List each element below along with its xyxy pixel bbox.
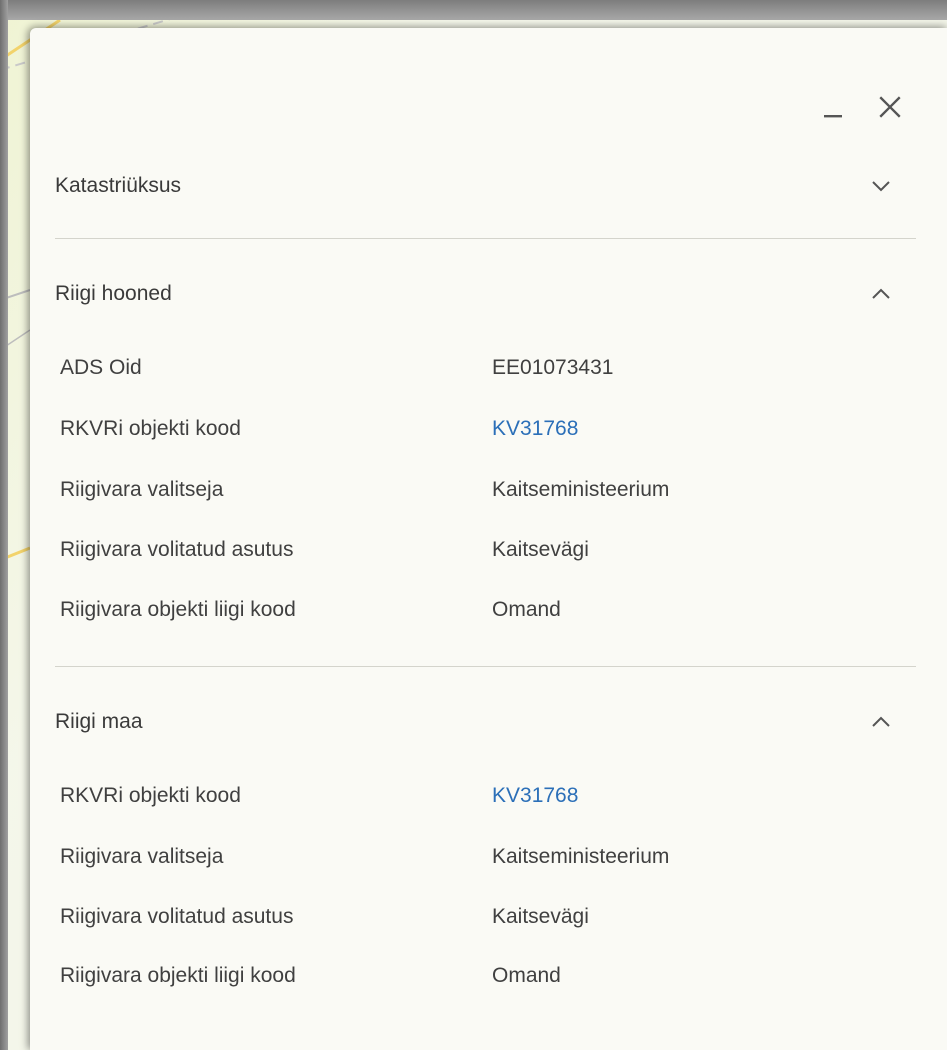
- attribute-row: Riigivara volitatud asutus Kaitsevägi: [60, 899, 890, 935]
- attribute-value: Omand: [492, 964, 561, 987]
- attribute-row: Riigivara objekti liigi kood Omand: [60, 958, 890, 994]
- attribute-value: Kaitsevägi: [492, 905, 589, 928]
- section-header-riigi-maa[interactable]: Riigi maa: [55, 702, 916, 742]
- attribute-row: RKVRi objekti kood KV31768: [60, 778, 890, 814]
- section-header-katastriuksus[interactable]: Katastriüksus: [55, 166, 916, 206]
- section-divider: [55, 238, 916, 239]
- minimize-icon: [824, 115, 842, 118]
- chevron-down-icon: [866, 171, 896, 201]
- attribute-row: Riigivara valitseja Kaitseministeerium: [60, 472, 890, 508]
- section-header-riigi-hooned[interactable]: Riigi hooned: [55, 274, 916, 314]
- attribute-label: Riigivara volitatud asutus: [60, 905, 294, 928]
- window-frame-top: [0, 0, 947, 20]
- window-frame-left: [0, 0, 8, 1050]
- attribute-label: RKVRi objekti kood: [60, 417, 241, 440]
- attribute-value: Kaitseministeerium: [492, 478, 670, 501]
- attribute-label: Riigivara valitseja: [60, 845, 224, 868]
- section-divider: [55, 666, 916, 667]
- attribute-label: Riigivara volitatud asutus: [60, 538, 294, 561]
- attribute-label: Riigivara valitseja: [60, 478, 224, 501]
- minimize-button[interactable]: [817, 90, 851, 124]
- section-riigi-hooned: Riigi hooned: [55, 274, 916, 314]
- section-title: Riigi maa: [55, 710, 143, 733]
- close-button[interactable]: [873, 90, 907, 124]
- attribute-row: ADS Oid EE01073431: [60, 350, 890, 386]
- chevron-up-icon: [866, 707, 896, 737]
- section-title: Riigi hooned: [55, 282, 172, 305]
- attribute-value: Kaitseministeerium: [492, 845, 670, 868]
- chevron-up-icon: [866, 279, 896, 309]
- attribute-label: Riigivara objekti liigi kood: [60, 598, 296, 621]
- attribute-row: Riigivara volitatud asutus Kaitsevägi: [60, 532, 890, 568]
- attribute-row: Riigivara valitseja Kaitseministeerium: [60, 839, 890, 875]
- close-icon: [879, 96, 901, 118]
- section-katastriuksus: Katastriüksus: [55, 166, 916, 206]
- feature-info-panel: Katastriüksus Riigi hooned ADS Oid EE010…: [30, 28, 947, 1050]
- attribute-label: ADS Oid: [60, 356, 142, 379]
- attribute-row: Riigivara objekti liigi kood Omand: [60, 592, 890, 628]
- attribute-value: Kaitsevägi: [492, 538, 589, 561]
- panel-controls: [817, 90, 907, 124]
- section-title: Katastriüksus: [55, 174, 182, 197]
- rkvr-object-code-link[interactable]: KV31768: [492, 784, 578, 808]
- attribute-value: EE01073431: [492, 356, 614, 379]
- rkvr-object-code-link[interactable]: KV31768: [492, 417, 578, 441]
- attribute-row: RKVRi objekti kood KV31768: [60, 411, 890, 447]
- attribute-value: Omand: [492, 598, 561, 621]
- attribute-label: Riigivara objekti liigi kood: [60, 964, 296, 987]
- attribute-label: RKVRi objekti kood: [60, 784, 241, 807]
- section-riigi-maa: Riigi maa: [55, 702, 916, 742]
